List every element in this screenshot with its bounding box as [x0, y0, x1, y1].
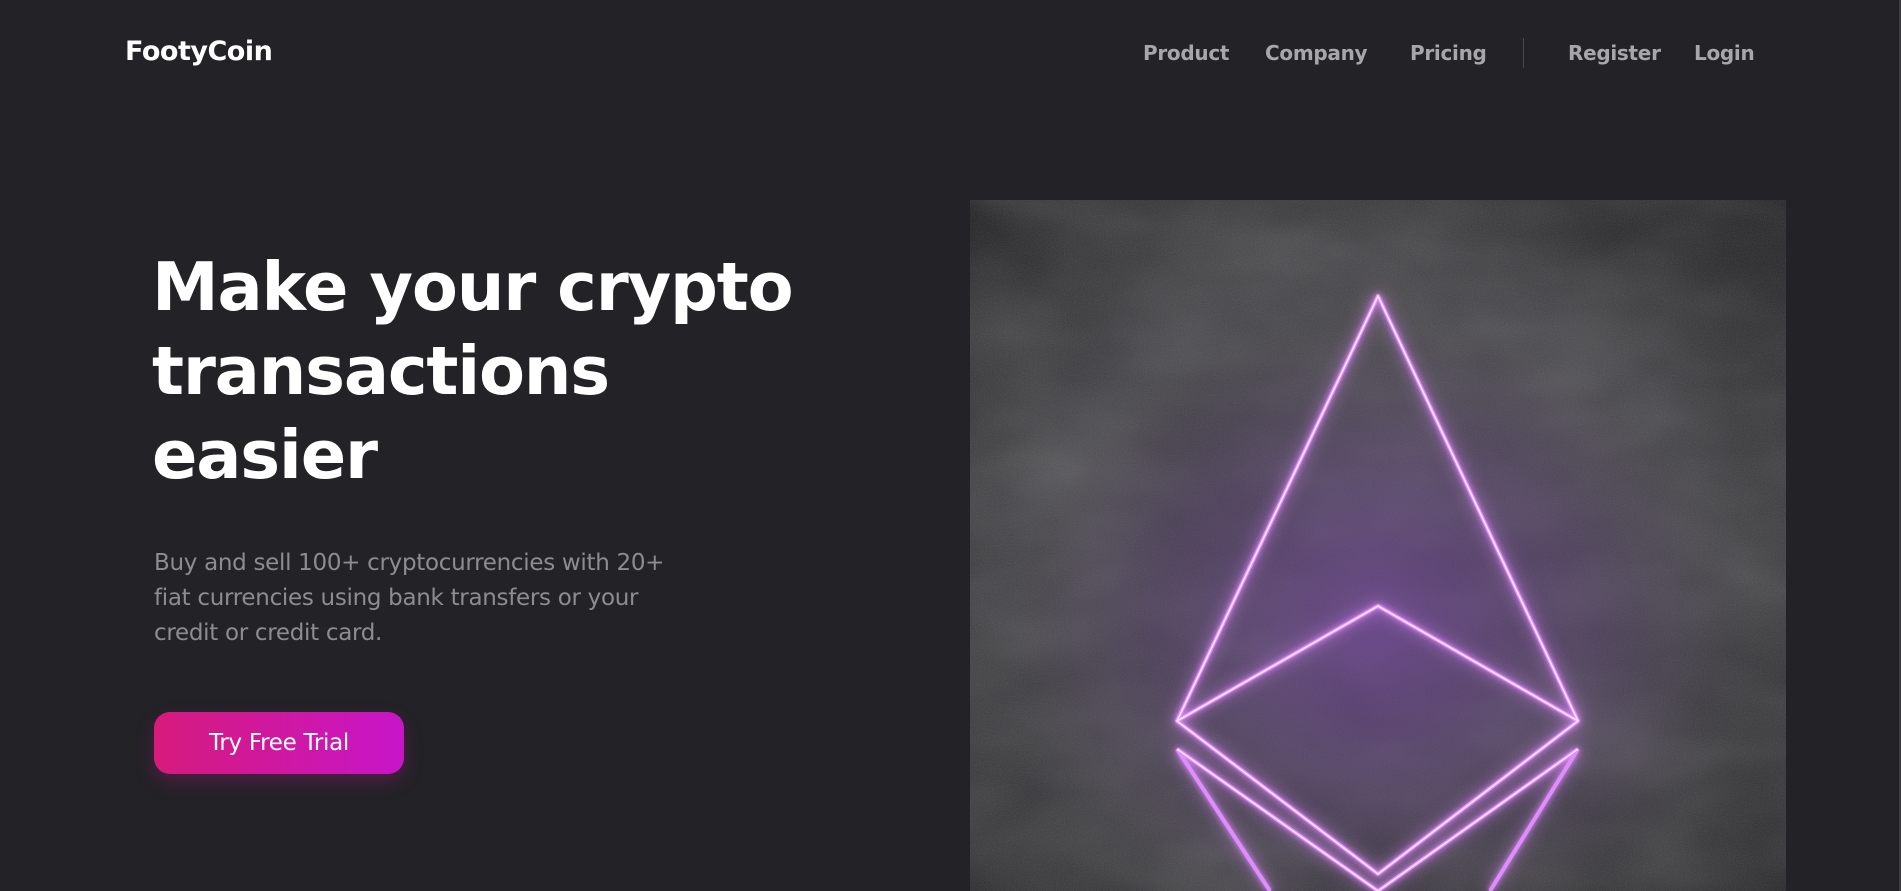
landing-page: FootyCoin Product Company Pricing Regist…: [0, 0, 1901, 891]
nav-pricing[interactable]: Pricing: [1410, 41, 1487, 65]
hero-title: Make your crypto transactions easier: [152, 245, 852, 497]
hero-image: [970, 200, 1786, 891]
brand-logo[interactable]: FootyCoin: [125, 36, 273, 67]
ethereum-icon: [970, 200, 1786, 891]
nav-divider: [1523, 38, 1524, 68]
hero-subtitle: Buy and sell 100+ cryptocurrencies with …: [154, 546, 709, 651]
nav-product[interactable]: Product: [1143, 41, 1229, 65]
nav-login[interactable]: Login: [1694, 41, 1755, 65]
hero-title-line: transactions: [152, 332, 610, 410]
nav-company[interactable]: Company: [1265, 41, 1368, 65]
hero-title-line: easier: [152, 416, 378, 494]
hero-title-line: Make your crypto: [152, 248, 794, 326]
hero-subtitle-line: fiat currencies using bank transfers or …: [154, 585, 639, 611]
hero-subtitle-line: Buy and sell 100+ cryptocurrencies with …: [154, 550, 665, 576]
nav-register[interactable]: Register: [1568, 41, 1661, 65]
try-free-trial-button[interactable]: Try Free Trial: [154, 712, 404, 774]
hero-subtitle-line: credit or credit card.: [154, 620, 383, 646]
